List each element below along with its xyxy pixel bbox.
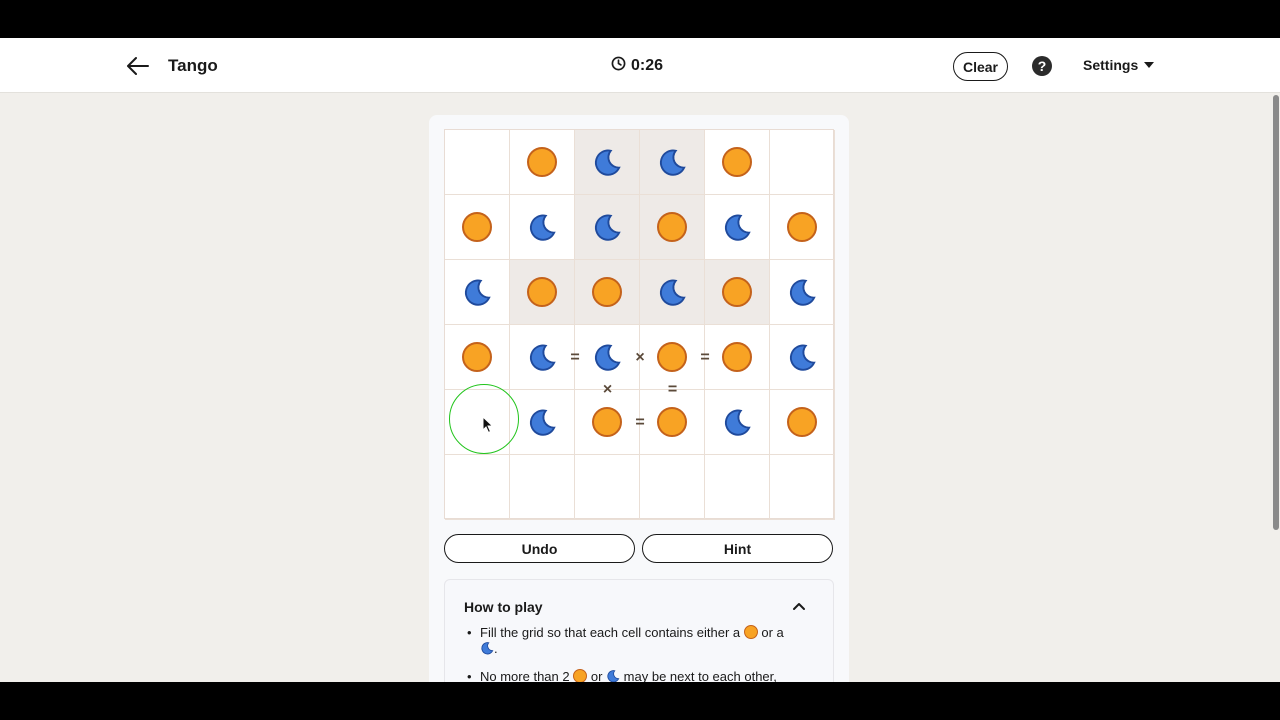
undo-button[interactable]: Undo <box>444 534 635 563</box>
caret-down-icon <box>1144 62 1155 68</box>
how-to-play-section: How to play Fill the grid so that each c… <box>444 579 834 682</box>
grid-cell[interactable] <box>705 390 770 455</box>
grid-cell[interactable] <box>705 260 770 325</box>
grid-cell[interactable] <box>770 390 835 455</box>
moon-icon <box>527 407 557 437</box>
chevron-up-icon[interactable] <box>791 599 807 611</box>
equal-constraint: = <box>700 348 710 366</box>
rule-text: . <box>494 641 498 656</box>
grid-cell[interactable] <box>510 325 575 390</box>
sun-icon <box>722 342 752 372</box>
rule-text: or <box>590 669 603 682</box>
moon-icon <box>480 641 494 655</box>
moon-icon <box>657 277 687 307</box>
grid-cell[interactable] <box>770 325 835 390</box>
rule-text: No more than 2 <box>480 669 570 682</box>
grid-cell[interactable] <box>445 260 510 325</box>
sun-icon <box>462 342 492 372</box>
equal-constraint: = <box>667 381 678 398</box>
sun-icon <box>462 212 492 242</box>
game-title: Tango <box>168 56 218 75</box>
moon-icon <box>462 277 492 307</box>
grid-cell[interactable] <box>705 195 770 260</box>
grid-cell[interactable] <box>640 455 705 520</box>
grid-cell[interactable] <box>575 455 640 520</box>
grid-cell[interactable] <box>640 130 705 195</box>
clock-icon <box>611 56 626 76</box>
sun-icon <box>657 342 687 372</box>
clear-button[interactable]: Clear <box>953 52 1008 81</box>
grid-cell[interactable] <box>510 195 575 260</box>
rule-adjacent-limit: No more than 2 or may be next to each ot… <box>467 669 810 682</box>
grid-cell[interactable] <box>770 195 835 260</box>
moon-icon <box>787 277 817 307</box>
timer-value: 0:26 <box>631 57 664 74</box>
grid-cell[interactable] <box>770 130 835 195</box>
grid-cell[interactable] <box>445 195 510 260</box>
hint-button[interactable]: Hint <box>642 534 833 563</box>
tango-grid: = × = × = = <box>444 129 835 520</box>
opposite-constraint: × <box>635 348 645 366</box>
timer: 0:26 <box>611 56 663 76</box>
equal-constraint: = <box>635 413 645 431</box>
grid-cell[interactable] <box>445 325 510 390</box>
grid-cell[interactable] <box>575 390 640 455</box>
grid-cell[interactable] <box>770 260 835 325</box>
rule-fill-grid: Fill the grid so that each cell contains… <box>467 625 810 657</box>
grid-cell[interactable] <box>510 390 575 455</box>
moon-icon <box>787 342 817 372</box>
moon-icon <box>527 342 557 372</box>
grid-cell[interactable] <box>445 455 510 520</box>
moon-icon <box>606 669 620 682</box>
rule-text: or a <box>761 625 784 640</box>
sun-icon <box>657 407 687 437</box>
sun-icon <box>573 669 588 682</box>
mouse-cursor-icon <box>482 415 494 434</box>
equal-constraint: = <box>570 348 580 366</box>
moon-icon <box>592 342 622 372</box>
sun-icon <box>722 147 752 177</box>
grid-cell[interactable] <box>640 390 705 455</box>
moon-icon <box>592 212 622 242</box>
how-to-play-title: How to play <box>464 599 543 615</box>
moon-icon <box>722 212 752 242</box>
moon-icon <box>527 212 557 242</box>
sun-icon <box>527 277 557 307</box>
settings-label: Settings <box>1083 57 1139 73</box>
grid-cell[interactable] <box>445 130 510 195</box>
moon-icon <box>657 147 687 177</box>
sun-icon <box>592 277 622 307</box>
grid-cell[interactable] <box>510 260 575 325</box>
sun-icon <box>657 212 687 242</box>
sun-icon <box>722 277 752 307</box>
moon-icon <box>592 147 622 177</box>
back-arrow-icon[interactable] <box>124 52 152 80</box>
grid-cell[interactable] <box>575 195 640 260</box>
top-bar: Tango 0:26 Clear ? Settings <box>0 38 1280 93</box>
rule-text: may be next to each other, <box>623 669 777 682</box>
grid-cell[interactable] <box>575 260 640 325</box>
moon-icon <box>722 407 752 437</box>
opposite-constraint: × <box>602 381 613 398</box>
help-icon[interactable]: ? <box>1032 56 1052 76</box>
settings-dropdown[interactable]: Settings <box>1083 57 1155 73</box>
sun-icon <box>592 407 622 437</box>
grid-cell[interactable] <box>510 130 575 195</box>
sun-icon <box>787 212 817 242</box>
scrollbar-thumb[interactable] <box>1273 95 1279 530</box>
grid-cell[interactable] <box>705 325 770 390</box>
grid-cell[interactable] <box>575 130 640 195</box>
rule-text: Fill the grid so that each cell contains… <box>480 625 741 640</box>
sun-icon <box>743 625 758 639</box>
grid-cell[interactable] <box>705 455 770 520</box>
grid-cell[interactable] <box>510 455 575 520</box>
sun-icon <box>527 147 557 177</box>
grid-cell[interactable] <box>705 130 770 195</box>
game-page: Tango 0:26 Clear ? Settings = × = × = = Undo … <box>0 38 1280 682</box>
sun-icon <box>787 407 817 437</box>
grid-cell[interactable] <box>640 195 705 260</box>
grid-cell[interactable] <box>640 260 705 325</box>
grid-cell[interactable] <box>770 455 835 520</box>
